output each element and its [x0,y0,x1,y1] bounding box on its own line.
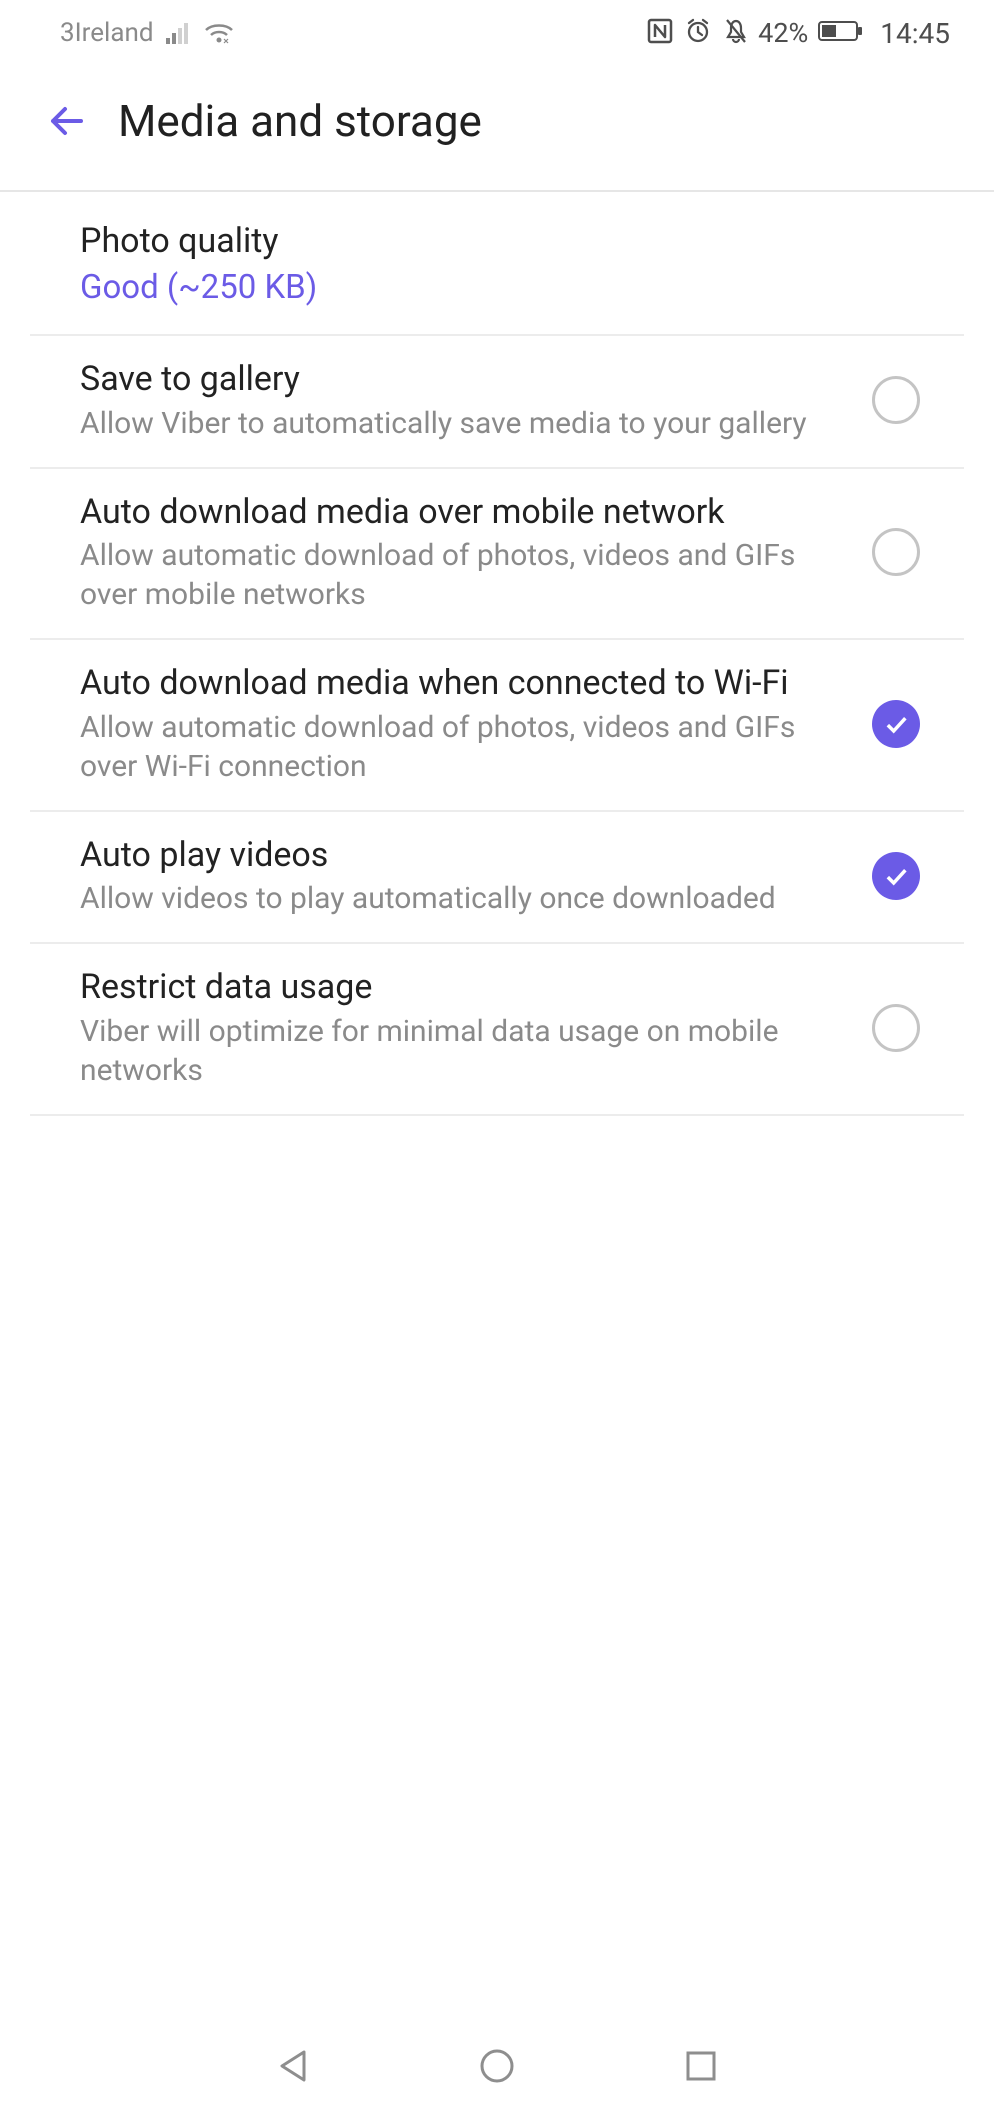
checkbox-save-to-gallery[interactable] [872,376,920,424]
setting-value: Good (~250 KB) [80,266,900,311]
settings-list: Photo quality Good (~250 KB) Save to gal… [0,192,994,1116]
checkbox-auto-download-mobile[interactable] [872,528,920,576]
nfc-icon [646,17,674,49]
checkbox-auto-play-videos[interactable] [872,852,920,900]
setting-auto-download-mobile[interactable]: Auto download media over mobile network … [30,469,964,641]
setting-photo-quality[interactable]: Photo quality Good (~250 KB) [30,192,964,336]
setting-subtitle: Allow Viber to automatically save media … [80,404,852,443]
check-icon [882,710,910,738]
square-recent-icon [681,2046,721,2086]
setting-subtitle: Allow videos to play automatically once … [80,879,852,918]
battery-icon [818,19,864,47]
nav-home-button[interactable] [467,2036,527,2096]
status-bar: 3Ireland [0,6,994,60]
setting-subtitle: Allow automatic download of photos, vide… [80,536,852,614]
setting-title: Auto play videos [80,834,852,878]
setting-save-to-gallery[interactable]: Save to gallery Allow Viber to automatic… [30,336,964,469]
setting-auto-download-wifi[interactable]: Auto download media when connected to Wi… [30,640,964,812]
status-right: 42% 14:45 [646,17,950,50]
mute-icon [722,17,750,49]
nav-recent-button[interactable] [671,2036,731,2096]
page-title: Media and storage [118,95,482,147]
setting-subtitle: Allow automatic download of photos, vide… [80,708,852,786]
status-left: 3Ireland [60,18,234,48]
nav-back-button[interactable] [264,2036,324,2096]
setting-title: Restrict data usage [80,966,852,1010]
app-header: Media and storage [0,60,994,192]
setting-auto-play-videos[interactable]: Auto play videos Allow videos to play au… [30,812,964,945]
setting-restrict-data[interactable]: Restrict data usage Viber will optimize … [30,944,964,1116]
setting-title: Photo quality [80,220,900,264]
setting-title: Auto download media over mobile network [80,491,852,535]
setting-title: Save to gallery [80,358,852,402]
cellular-signal-icon [166,22,192,44]
arrow-left-icon [45,99,89,143]
wifi-icon [204,22,234,44]
checkbox-restrict-data[interactable] [872,1004,920,1052]
check-icon [882,862,910,890]
back-button[interactable] [40,94,94,148]
clock-label: 14:45 [880,17,950,50]
setting-title: Auto download media when connected to Wi… [80,662,852,706]
setting-subtitle: Viber will optimize for minimal data usa… [80,1012,852,1090]
checkbox-auto-download-wifi[interactable] [872,700,920,748]
alarm-icon [684,17,712,49]
circle-home-icon [477,2046,517,2086]
battery-percent: 42% [758,17,808,49]
carrier-label: 3Ireland [60,18,154,48]
triangle-back-icon [274,2046,314,2086]
system-nav-bar [0,2014,994,2128]
